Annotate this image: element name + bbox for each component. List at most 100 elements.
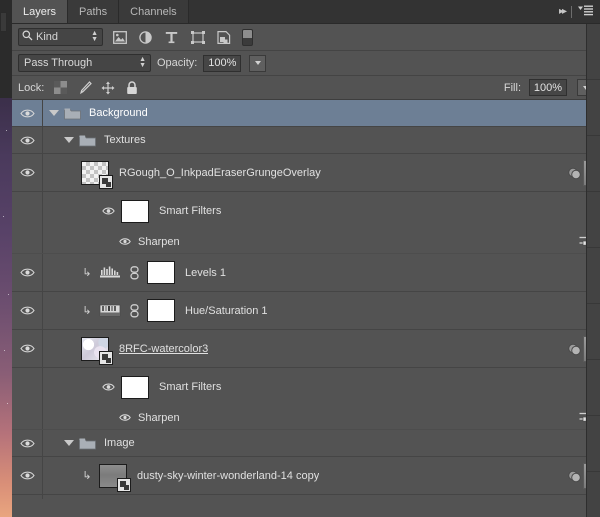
adjustment-layer-filter-icon[interactable] — [136, 28, 155, 46]
tab-layers-label: Layers — [23, 5, 57, 18]
panel-menu-icon[interactable] — [578, 3, 593, 21]
dock-segment[interactable] — [587, 136, 600, 192]
eye-icon — [19, 306, 35, 315]
chevron-down-icon — [254, 61, 261, 65]
layer-row-image-group[interactable]: Image — [12, 430, 600, 457]
visibility-toggle[interactable] — [12, 100, 43, 126]
layer-row-rgough-overlay[interactable]: RGough_O_InkpadEraserGrungeOverlay — [12, 154, 600, 192]
layer-thumbnail[interactable] — [81, 160, 113, 189]
panel-tab-tools: ▸▸ — [559, 0, 600, 23]
blend-mode-value: Pass Through — [24, 57, 93, 69]
type-layer-filter-icon[interactable] — [162, 28, 181, 46]
smart-filter-visibility-toggle[interactable] — [99, 206, 117, 216]
dock-segment[interactable] — [587, 192, 600, 248]
layer-row-content: 8RFC-watercolor3 — [43, 330, 600, 367]
layer-row-content: ↳ — [43, 292, 600, 329]
layer-list[interactable]: Background Textures RGough_O_InkpadErase… — [12, 100, 600, 507]
layer-list-bottom-filler — [12, 499, 600, 507]
tab-channels-label: Channels — [130, 5, 177, 18]
eye-icon — [19, 136, 35, 144]
visibility-toggle[interactable] — [12, 430, 43, 456]
layer-name: Sharpen — [138, 411, 180, 424]
panel-dock-gutter[interactable] — [586, 24, 600, 517]
layer-row-smart-filters-1[interactable]: Smart Filters — [12, 192, 600, 230]
tab-channels[interactable]: Channels — [119, 0, 189, 23]
group-disclosure-triangle-icon[interactable] — [49, 110, 59, 116]
layer-row-watercolor3[interactable]: 8RFC-watercolor3 — [12, 330, 600, 368]
tab-layers[interactable]: Layers — [12, 0, 69, 23]
layer-row-textures[interactable]: Textures — [12, 127, 600, 154]
layer-row-sharpen-2[interactable]: Sharpen — [12, 406, 600, 430]
smart-filter-visibility-toggle[interactable] — [99, 382, 117, 392]
visibility-toggle[interactable] — [12, 254, 43, 291]
layer-name: Smart Filters — [159, 205, 222, 217]
folder-icon — [79, 134, 96, 147]
visibility-toggle-placeholder — [12, 230, 43, 253]
adjustment-mask-thumbnail[interactable] — [147, 261, 175, 284]
layer-row-content: Smart Filters — [43, 368, 600, 406]
dock-segment[interactable] — [587, 80, 600, 136]
layer-mask-link-icon[interactable] — [127, 303, 141, 318]
layer-name: Hue/Saturation 1 — [185, 304, 268, 317]
blend-mode-select[interactable]: Pass Through ▲ ▼ — [18, 54, 151, 72]
layer-thumbnail[interactable] — [99, 463, 131, 492]
dock-segment[interactable] — [587, 472, 600, 517]
visibility-toggle[interactable] — [12, 457, 43, 494]
opacity-label: Opacity: — [157, 57, 198, 69]
lock-all-icon[interactable] — [124, 80, 140, 96]
eye-icon — [119, 238, 131, 245]
fill-input[interactable]: 100% — [529, 79, 567, 96]
lock-position-icon[interactable] — [100, 80, 116, 96]
tab-paths[interactable]: Paths — [68, 0, 120, 23]
group-disclosure-triangle-icon[interactable] — [64, 440, 74, 446]
layer-row-hue-saturation-1[interactable]: ↳ Hue/Saturation 1 — [12, 292, 600, 330]
smart-filter-mask-thumbnail[interactable] — [121, 375, 149, 399]
levels-icon[interactable] — [99, 264, 121, 282]
visibility-toggle[interactable] — [12, 127, 43, 153]
hue-saturation-icon[interactable] — [99, 302, 121, 320]
layer-row-levels-1[interactable]: ↳ Levels 1 — [12, 254, 600, 292]
smart-object-filter-icon[interactable] — [214, 28, 233, 46]
pixel-layer-filter-icon[interactable] — [110, 28, 129, 46]
opacity-dropdown-button[interactable] — [249, 54, 267, 72]
filter-enable-toggle[interactable] — [242, 28, 253, 46]
layer-row-background[interactable]: Background — [12, 100, 600, 127]
filter-kind-stepper-icon[interactable]: ▲ ▼ — [91, 30, 98, 43]
dock-segment[interactable] — [587, 24, 600, 80]
layer-row-sharpen-1[interactable]: Sharpen — [12, 230, 600, 254]
filter-visibility-toggle[interactable] — [117, 413, 133, 422]
smart-filter-indicator-icon[interactable] — [567, 469, 581, 483]
visibility-toggle-placeholder — [12, 192, 43, 230]
lock-image-pixels-icon[interactable] — [76, 80, 92, 96]
layer-mask-link-icon[interactable] — [127, 265, 141, 280]
filter-kind-select[interactable]: Kind ▲ ▼ — [18, 28, 103, 46]
dock-segment[interactable] — [587, 360, 600, 416]
dock-segment[interactable] — [587, 304, 600, 360]
lock-label: Lock: — [18, 81, 45, 94]
shape-layer-filter-icon[interactable] — [188, 28, 207, 46]
filter-visibility-toggle[interactable] — [117, 237, 133, 246]
panel-dock-notch — [0, 12, 7, 32]
visibility-toggle[interactable] — [12, 154, 43, 191]
opacity-input[interactable]: 100% — [203, 54, 242, 72]
lock-transparent-pixels-icon[interactable] — [52, 80, 68, 96]
adjustment-mask-thumbnail[interactable] — [147, 299, 175, 322]
layer-thumbnail[interactable] — [81, 336, 113, 365]
visibility-toggle[interactable] — [12, 292, 43, 329]
dock-segment[interactable] — [587, 248, 600, 304]
smart-filter-mask-thumbnail[interactable] — [121, 199, 149, 223]
search-icon — [22, 28, 33, 46]
lock-row: Lock: Fill: 100% — [12, 76, 600, 100]
layer-row-smart-filters-2[interactable]: Smart Filters — [12, 368, 600, 406]
eye-icon — [101, 207, 115, 215]
blend-mode-stepper-icon[interactable]: ▲ ▼ — [139, 56, 146, 69]
group-disclosure-triangle-icon[interactable] — [64, 137, 74, 143]
layer-row-dusty-sky-copy[interactable]: ↳ dusty-sky-winter-wonderland-14 copy — [12, 457, 600, 495]
smart-filter-indicator-icon[interactable] — [567, 342, 581, 356]
eye-icon — [19, 268, 35, 277]
visibility-toggle[interactable] — [12, 330, 43, 367]
smart-filter-indicator-icon[interactable] — [567, 166, 581, 180]
double-chevron-right-icon[interactable]: ▸▸ — [559, 6, 567, 17]
dock-segment[interactable] — [587, 416, 600, 472]
clipping-mask-arrow-icon: ↳ — [82, 267, 92, 279]
